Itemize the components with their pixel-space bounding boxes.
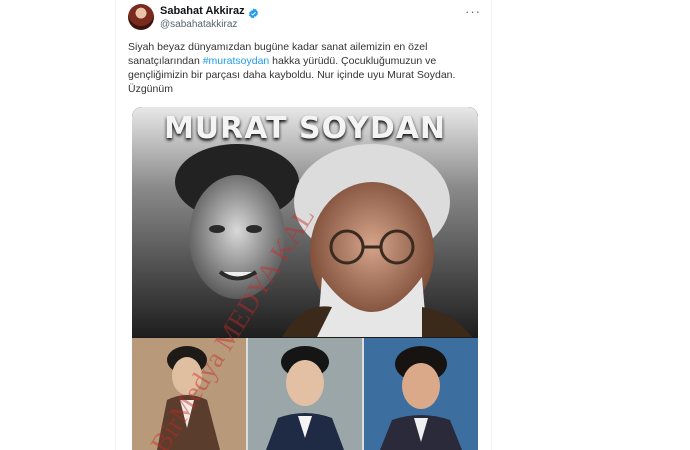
tweet-header: Sabahat Akkiraz @sabahatakkiraz ···: [128, 4, 481, 34]
author-display-name[interactable]: Sabahat Akkiraz: [160, 5, 245, 17]
tweet-text: Siyah beyaz dünyamızdan bugüne kadar san…: [128, 40, 468, 96]
verified-badge-icon: [248, 6, 259, 19]
tweet-media-image[interactable]: MURAT SOYDAN BirMedya MEDYA KAL: [132, 107, 478, 450]
hashtag-link[interactable]: #muratsoydan: [203, 55, 270, 67]
photo-left: [132, 338, 246, 450]
author-handle[interactable]: @sabahatakkiraz: [160, 19, 237, 30]
photo-right: [364, 338, 478, 450]
poster-image: MURAT SOYDAN: [132, 107, 478, 337]
author-name-line: Sabahat Akkiraz: [160, 5, 259, 19]
tweet-card[interactable]: Sabahat Akkiraz @sabahatakkiraz ··· Siya…: [115, 0, 492, 450]
more-horizontal-icon[interactable]: ···: [465, 4, 481, 19]
photo-strip: [132, 338, 478, 450]
poster-title: MURAT SOYDAN: [163, 111, 447, 146]
photo-middle: [248, 338, 362, 450]
avatar[interactable]: [128, 4, 154, 30]
